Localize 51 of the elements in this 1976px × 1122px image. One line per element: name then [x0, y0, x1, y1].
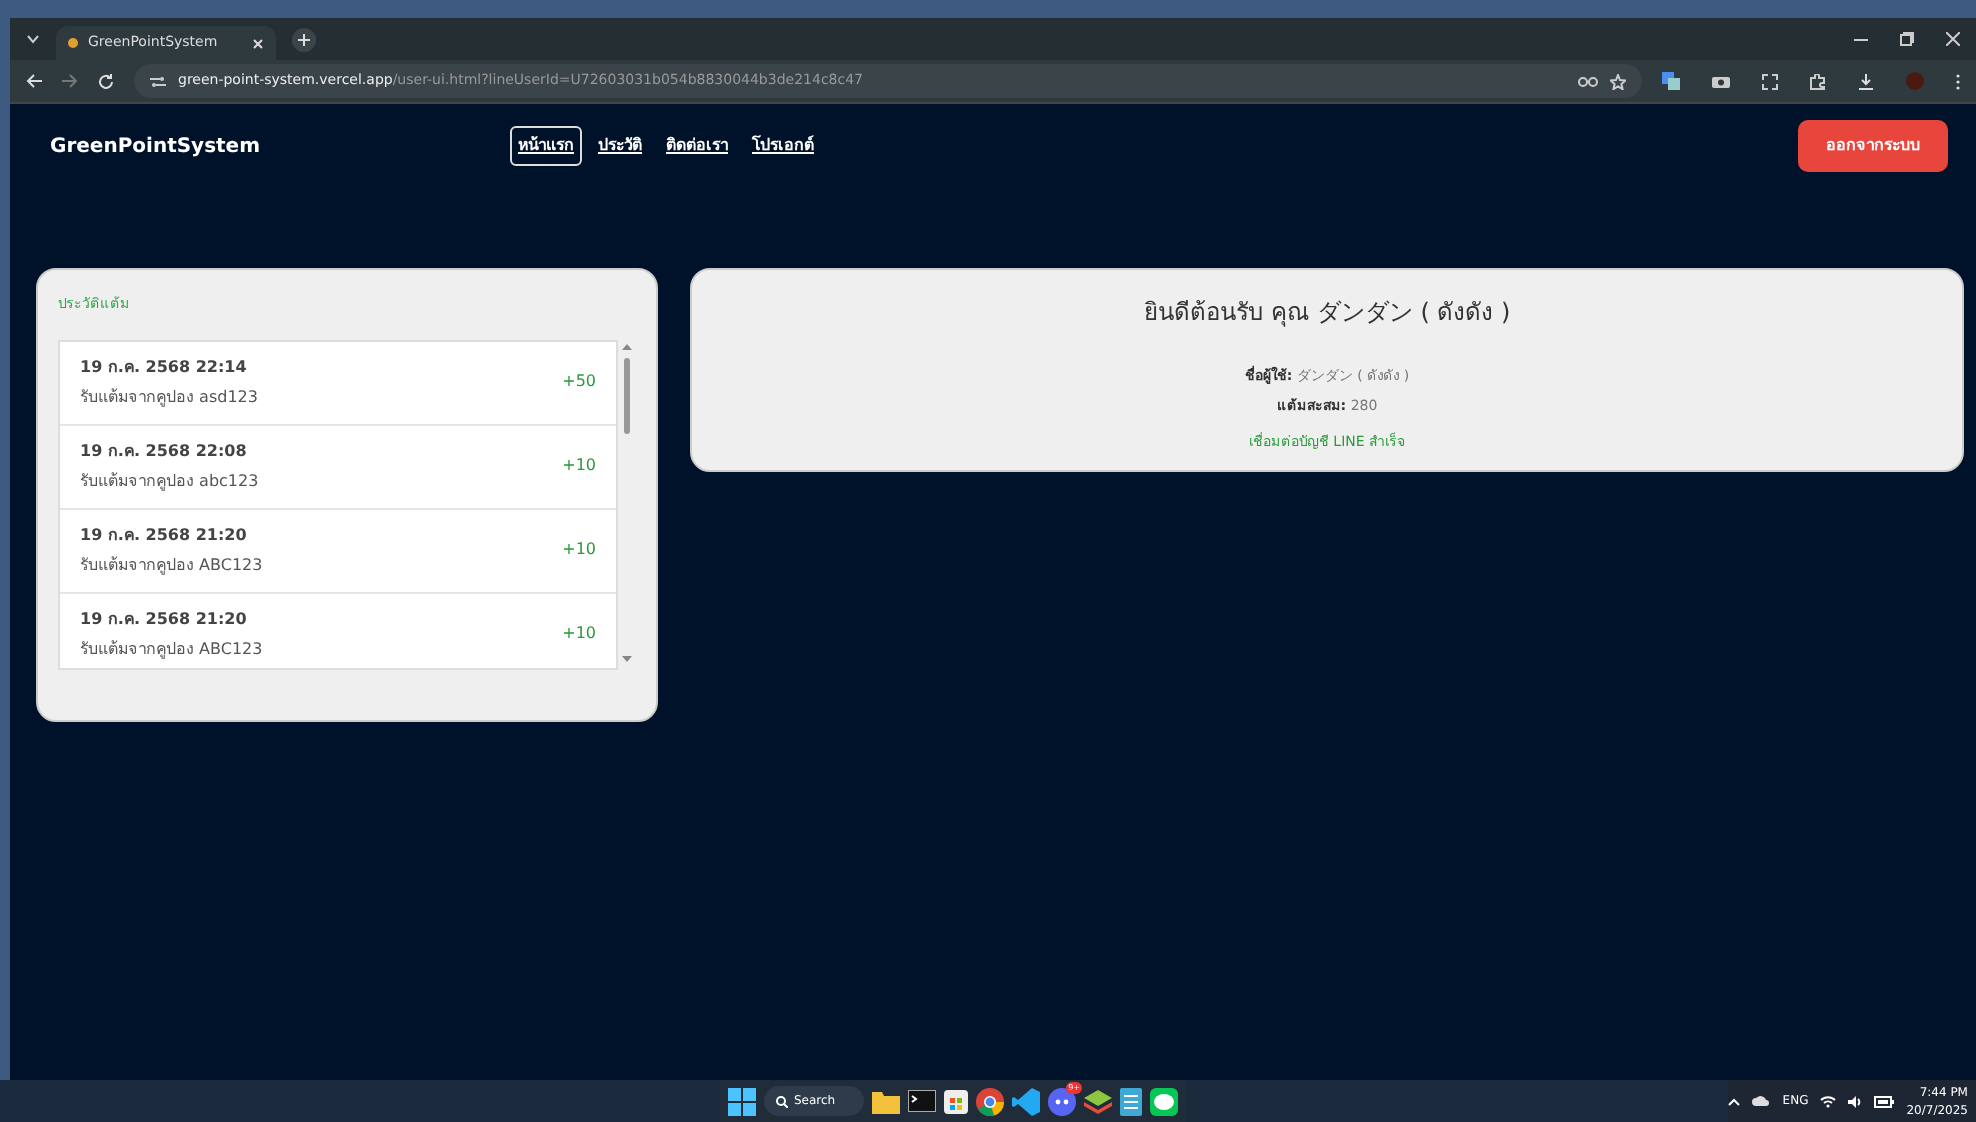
points-value: +50	[562, 370, 596, 394]
nav-link[interactable]: ติดต่อเรา	[658, 126, 736, 166]
points-value: +10	[562, 454, 596, 478]
forward-arrow-icon	[62, 74, 78, 88]
history-date: 19 ก.ค. 2568 21:20	[80, 607, 249, 631]
points-value: +10	[562, 622, 596, 646]
brand-title[interactable]: GreenPointSystem	[50, 131, 510, 161]
camera-icon[interactable]	[1712, 74, 1730, 88]
terminal-icon[interactable]	[908, 1090, 936, 1112]
puzzle-icon[interactable]	[1810, 73, 1826, 89]
chrome-browser-icon[interactable]	[976, 1087, 1004, 1115]
chat-app-icon[interactable]	[1048, 1087, 1076, 1115]
restore-icon[interactable]	[1900, 32, 1914, 46]
layers-app-icon[interactable]	[1084, 1089, 1112, 1113]
store-icon[interactable]	[944, 1089, 968, 1113]
nav-link[interactable]: หน้าแรก	[510, 126, 582, 166]
site-settings-icon[interactable]	[150, 75, 166, 87]
history-date: 19 ก.ค. 2568 22:08	[80, 439, 249, 463]
history-description: รับแต้มจากคูปอง ABC123	[80, 553, 263, 577]
favicon-icon	[68, 38, 78, 48]
logout-button[interactable]: ออกจากระบบ	[1798, 120, 1948, 172]
line-chat-icon[interactable]	[1150, 1087, 1178, 1115]
cloud-icon[interactable]	[1752, 1096, 1771, 1106]
windows-start-icon[interactable]	[728, 1087, 756, 1115]
nav-link[interactable]: ประวัติ	[590, 126, 650, 166]
history-date: 19 ก.ค. 2568 22:14	[80, 355, 249, 379]
folder-icon[interactable]	[872, 1089, 900, 1113]
tab-list-chevron-icon[interactable]	[26, 34, 40, 44]
history-date: 19 ก.ค. 2568 21:20	[80, 523, 249, 547]
reload-icon[interactable]	[98, 73, 114, 89]
history-description: รับแต้มจากคูปอง abc123	[80, 469, 259, 493]
points-value: +10	[562, 538, 596, 562]
wifi-icon[interactable]	[1820, 1095, 1837, 1107]
history-description: รับแต้มจากคูปอง ABC123	[80, 637, 263, 661]
battery-icon[interactable]	[1874, 1095, 1895, 1107]
speaker-icon[interactable]	[1848, 1095, 1863, 1107]
nav-link[interactable]: โปรเอกต์	[744, 126, 822, 166]
screenshot-icon[interactable]	[1762, 73, 1778, 89]
search-icon	[776, 1095, 788, 1107]
close-icon[interactable]	[1946, 32, 1960, 46]
welcome-heading: ยินดีต้อนรับ คุณ ダンダン ( ดังดัง )	[1141, 296, 1513, 330]
history-description: รับแต้มจากคูปอง asd123	[80, 385, 258, 409]
new-tab-icon[interactable]	[292, 27, 316, 51]
back-arrow-icon[interactable]	[26, 74, 42, 88]
translate-icon[interactable]	[1662, 72, 1680, 90]
chevron-up-icon[interactable]	[1728, 1097, 1741, 1105]
code-editor-icon[interactable]	[1012, 1087, 1040, 1115]
star-icon[interactable]	[1610, 73, 1626, 89]
close-icon[interactable]	[252, 37, 264, 49]
notepad-icon[interactable]	[1120, 1087, 1142, 1115]
download-icon[interactable]	[1858, 73, 1874, 89]
